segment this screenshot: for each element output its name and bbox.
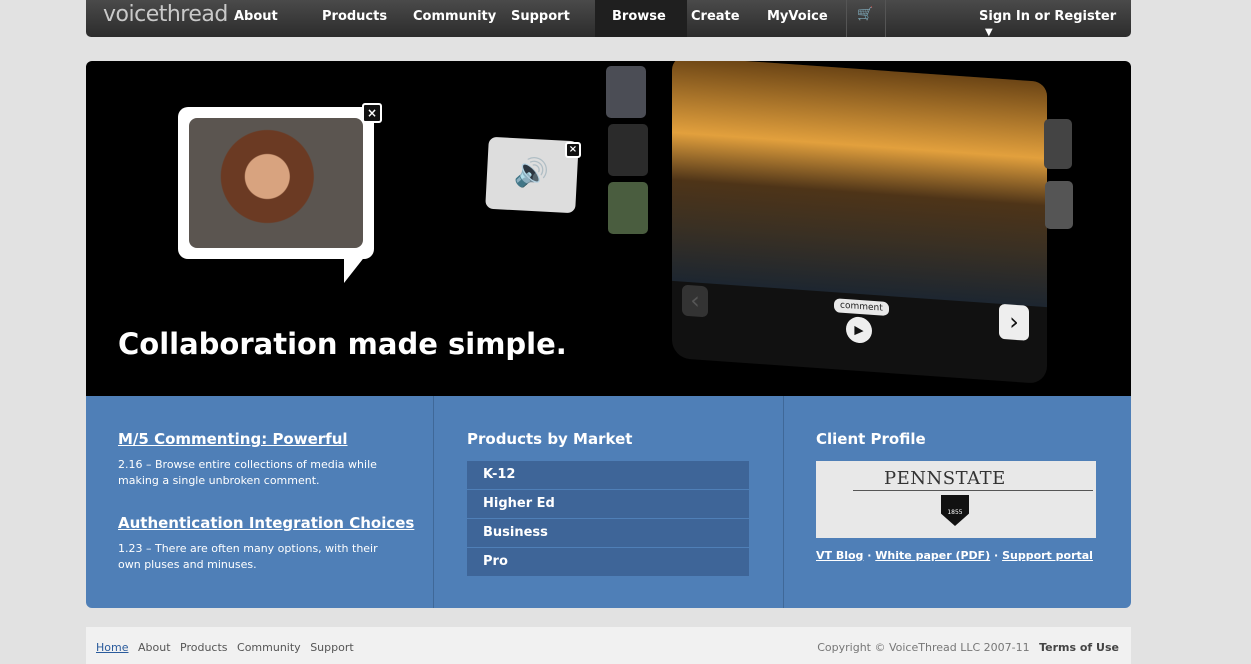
nav-divider <box>846 0 847 37</box>
nav-products[interactable]: Products <box>322 9 387 24</box>
support-portal-link[interactable]: Support portal <box>1002 549 1093 562</box>
news-title-2[interactable]: Authentication Integration Choices <box>118 514 414 532</box>
prev-arrow-icon[interactable]: ‹ <box>682 284 708 318</box>
thumbnail-image <box>606 66 646 118</box>
penn-state-logo[interactable]: PENNSTATE 1855 <box>816 461 1096 538</box>
nav-support[interactable]: Support <box>511 9 570 24</box>
top-navigation: voicethread About Products Community Sup… <box>86 0 1131 39</box>
nav-create[interactable]: Create <box>691 9 740 24</box>
nav-about[interactable]: About <box>234 9 278 24</box>
column-divider <box>433 396 434 608</box>
markets-title: Products by Market <box>467 430 633 448</box>
nav-divider <box>885 0 886 37</box>
market-business[interactable]: Business <box>467 519 749 547</box>
news-title-1[interactable]: M/5 Commenting: Powerful <box>118 430 348 448</box>
nav-community[interactable]: Community <box>413 9 496 24</box>
footer-support-link[interactable]: Support <box>310 641 353 654</box>
logo-rule <box>853 490 1093 491</box>
nav-browse[interactable]: Browse <box>612 9 666 24</box>
vt-blog-link[interactable]: VT Blog <box>816 549 863 562</box>
thumbnail-image <box>608 182 648 234</box>
sunset-image <box>672 61 1047 308</box>
close-icon: × <box>362 103 382 123</box>
chevron-down-icon: ▼ <box>985 27 993 38</box>
signin-label: Sign In or Register <box>979 9 1117 24</box>
terms-link[interactable]: Terms of Use <box>1039 641 1119 654</box>
market-k12[interactable]: K-12 <box>467 461 749 489</box>
footer-home-link[interactable]: Home <box>96 641 128 654</box>
hero-banner: × 🔊 × comment ▶ › ‹ Collaboration made s… <box>86 61 1131 396</box>
video-comment-bubble <box>178 107 374 259</box>
next-arrow-icon[interactable]: › <box>999 303 1029 341</box>
footer-products-link[interactable]: Products <box>180 641 228 654</box>
news-body-1: 2.16 – Browse entire collections of medi… <box>118 458 377 487</box>
seal-year: 1855 <box>947 509 963 516</box>
nav-myvoice[interactable]: MyVoice <box>767 9 828 24</box>
thumbnail-image <box>608 124 648 176</box>
client-links: VT Blog · White paper (PDF) · Support po… <box>816 549 1093 562</box>
voicethread-logo[interactable]: voicethread <box>103 2 228 27</box>
thumbnail-image <box>1044 119 1072 169</box>
thumbnail-image <box>1045 181 1073 229</box>
footer-community-link[interactable]: Community <box>237 641 301 654</box>
feature-panel: M/5 Commenting: Powerful 2.16 – Browse e… <box>86 396 1131 608</box>
bubble-tail <box>344 255 366 283</box>
speaker-icon: 🔊 <box>513 155 550 190</box>
news-body-2: 1.23 – There are often many options, wit… <box>118 542 378 571</box>
white-paper-link[interactable]: White paper (PDF) <box>875 549 990 562</box>
footer: Home About Products Community Support Co… <box>86 627 1131 664</box>
play-icon[interactable]: ▶ <box>846 316 872 344</box>
commenter-photo <box>189 118 363 248</box>
penn-state-name: PENNSTATE <box>884 468 1006 489</box>
market-pro[interactable]: Pro <box>467 548 749 576</box>
footer-about-link[interactable]: About <box>138 641 171 654</box>
client-title: Client Profile <box>816 430 926 448</box>
footer-links: Home About Products Community Support <box>96 641 360 654</box>
sign-in-register-link[interactable]: Sign In or Register ▼ <box>979 9 1131 39</box>
copyright: Copyright © VoiceThread LLC 2007-11 Term… <box>817 641 1119 654</box>
media-viewer: comment ▶ › ‹ <box>672 61 1047 385</box>
hero-title: Collaboration made simple. <box>118 327 567 361</box>
cart-icon[interactable]: 🛒 <box>857 7 873 23</box>
close-icon: × <box>565 142 581 158</box>
column-divider <box>783 396 784 608</box>
market-higher-ed[interactable]: Higher Ed <box>467 490 749 518</box>
copyright-text: Copyright © VoiceThread LLC 2007-11 <box>817 641 1030 654</box>
comment-button[interactable]: comment <box>834 298 889 317</box>
